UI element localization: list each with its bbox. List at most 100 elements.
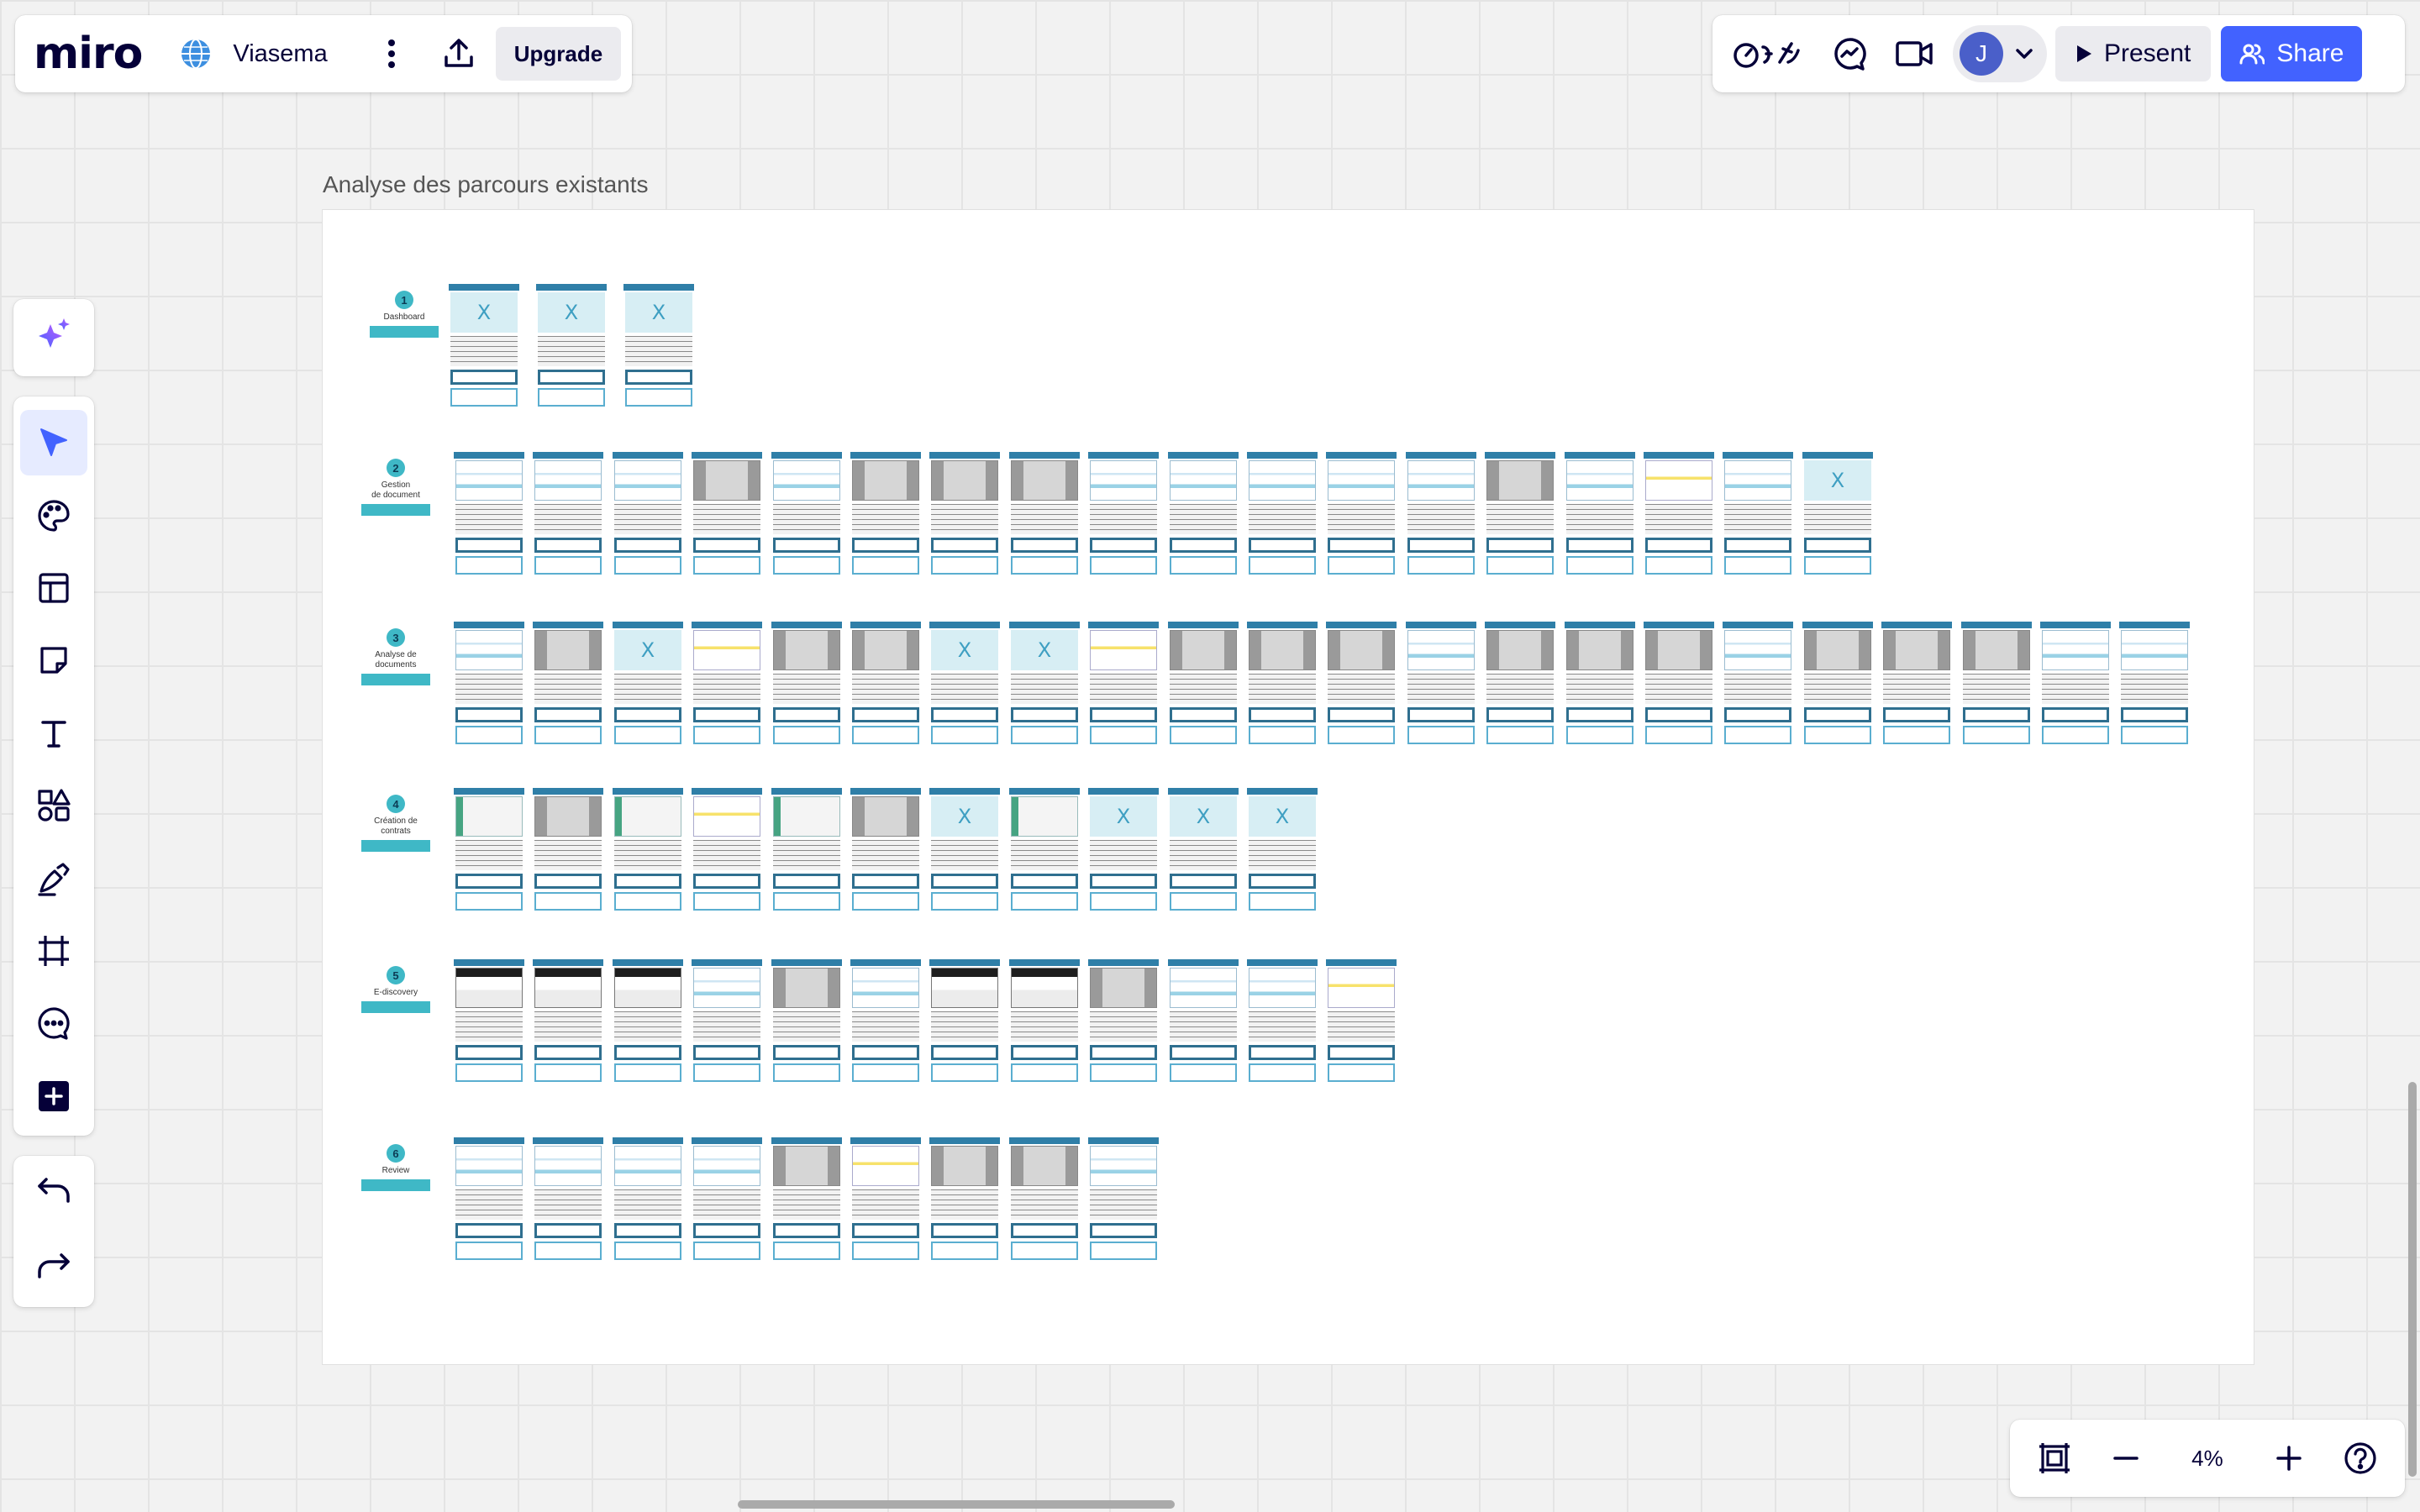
export-button[interactable] [435,30,482,77]
journey-card[interactable] [771,452,842,583]
journey-card[interactable] [929,959,1000,1090]
undo-button[interactable] [20,1157,87,1224]
journey-card[interactable]: X [449,284,519,415]
journey-card[interactable] [929,452,1000,583]
journey-card[interactable] [533,1137,603,1268]
journey-card[interactable]: X [929,622,1000,753]
video-call-button[interactable] [1891,30,1938,77]
journey-card[interactable] [1485,622,1555,753]
collaborators-menu[interactable]: J [1953,25,2047,82]
text-tool[interactable] [20,701,87,766]
journey-card[interactable] [1565,622,1635,753]
journey-card[interactable] [454,622,524,753]
journey-card[interactable] [2040,622,2111,753]
help-button[interactable] [2337,1435,2384,1482]
journey-card[interactable] [771,788,842,919]
journey-card[interactable] [454,959,524,1090]
journey-card[interactable] [1168,452,1239,583]
journey-card[interactable] [1009,452,1080,583]
journey-card[interactable] [771,959,842,1090]
journey-card[interactable] [1088,1137,1159,1268]
journey-card[interactable] [1009,1137,1080,1268]
journey-card[interactable] [1644,622,1714,753]
share-button[interactable]: Share [2221,26,2363,81]
journey-card[interactable] [454,452,524,583]
more-apps-tool[interactable] [20,1063,87,1129]
upgrade-button[interactable]: Upgrade [495,27,622,81]
journey-card[interactable] [1485,452,1555,583]
journey-card[interactable]: X [536,284,607,415]
journey-card[interactable] [1326,452,1397,583]
journey-card[interactable] [1247,622,1318,753]
more-options-button[interactable] [368,30,415,77]
present-button[interactable]: Present [2055,26,2212,81]
ai-templates-tool[interactable] [20,482,87,548]
journey-card[interactable]: X [929,788,1000,919]
journey-card[interactable] [1723,452,1793,583]
journey-card[interactable] [850,788,921,919]
zoom-level[interactable]: 4% [2174,1446,2241,1472]
journey-card[interactable] [850,622,921,753]
journey-card[interactable]: X [613,622,683,753]
comment-tool[interactable] [20,990,87,1056]
journey-card[interactable] [692,788,762,919]
frame-tool[interactable] [20,918,87,984]
journey-card[interactable] [850,452,921,583]
journey-card[interactable]: X [1088,788,1159,919]
board-frame[interactable]: 1 Dashboard X X X 2 Gestion de document X 3 Analy… [323,210,2254,1364]
chat-button[interactable] [1827,30,1874,77]
shapes-tool[interactable] [20,773,87,838]
journey-card[interactable] [771,1137,842,1268]
journey-card[interactable] [1406,452,1476,583]
journey-card[interactable] [1326,622,1397,753]
journey-card[interactable]: X [1802,452,1873,583]
fit-to-screen-button[interactable] [2031,1435,2078,1482]
vertical-scrollbar[interactable] [2408,1082,2417,1477]
journey-card[interactable] [454,788,524,919]
journey-card[interactable] [613,452,683,583]
board-name[interactable]: Viasema [233,40,327,68]
avatar[interactable]: J [1960,32,2003,76]
journey-card[interactable] [613,959,683,1090]
templates-tool[interactable] [20,555,87,621]
journey-card[interactable]: X [1168,788,1239,919]
journey-card[interactable] [1168,622,1239,753]
select-tool[interactable] [20,410,87,476]
journey-card[interactable] [1088,959,1159,1090]
journey-card[interactable] [533,959,603,1090]
miro-logo[interactable]: miro [34,32,143,76]
journey-card[interactable] [771,622,842,753]
journey-card[interactable] [850,1137,921,1268]
journey-card[interactable] [613,1137,683,1268]
journey-card[interactable] [850,959,921,1090]
journey-card[interactable] [1088,452,1159,583]
journey-card[interactable] [1406,622,1476,753]
journey-card[interactable] [1088,622,1159,753]
journey-card[interactable] [1168,959,1239,1090]
journey-card[interactable] [533,788,603,919]
journey-card[interactable] [533,622,603,753]
journey-card[interactable] [692,1137,762,1268]
globe-icon[interactable] [179,37,213,71]
journey-card[interactable] [1009,959,1080,1090]
journey-card[interactable] [1247,452,1318,583]
journey-card[interactable] [929,1137,1000,1268]
journey-card[interactable] [1644,452,1714,583]
zoom-in-button[interactable] [2265,1435,2312,1482]
frame-title[interactable]: Analyse des parcours existants [323,171,649,198]
ai-assist-button[interactable] [20,301,87,368]
journey-card[interactable] [1802,622,1873,753]
journey-card[interactable] [533,452,603,583]
journey-card[interactable]: X [1247,788,1318,919]
journey-card[interactable] [692,959,762,1090]
journey-card[interactable] [1247,959,1318,1090]
journey-card[interactable] [692,452,762,583]
redo-button[interactable] [20,1232,87,1299]
journey-card[interactable] [1723,622,1793,753]
journey-card[interactable] [613,788,683,919]
pen-tool[interactable] [20,845,87,911]
reactions-button[interactable] [1729,30,1810,77]
journey-card[interactable] [1326,959,1397,1090]
sticky-note-tool[interactable] [20,627,87,693]
horizontal-scrollbar[interactable] [738,1500,1175,1509]
